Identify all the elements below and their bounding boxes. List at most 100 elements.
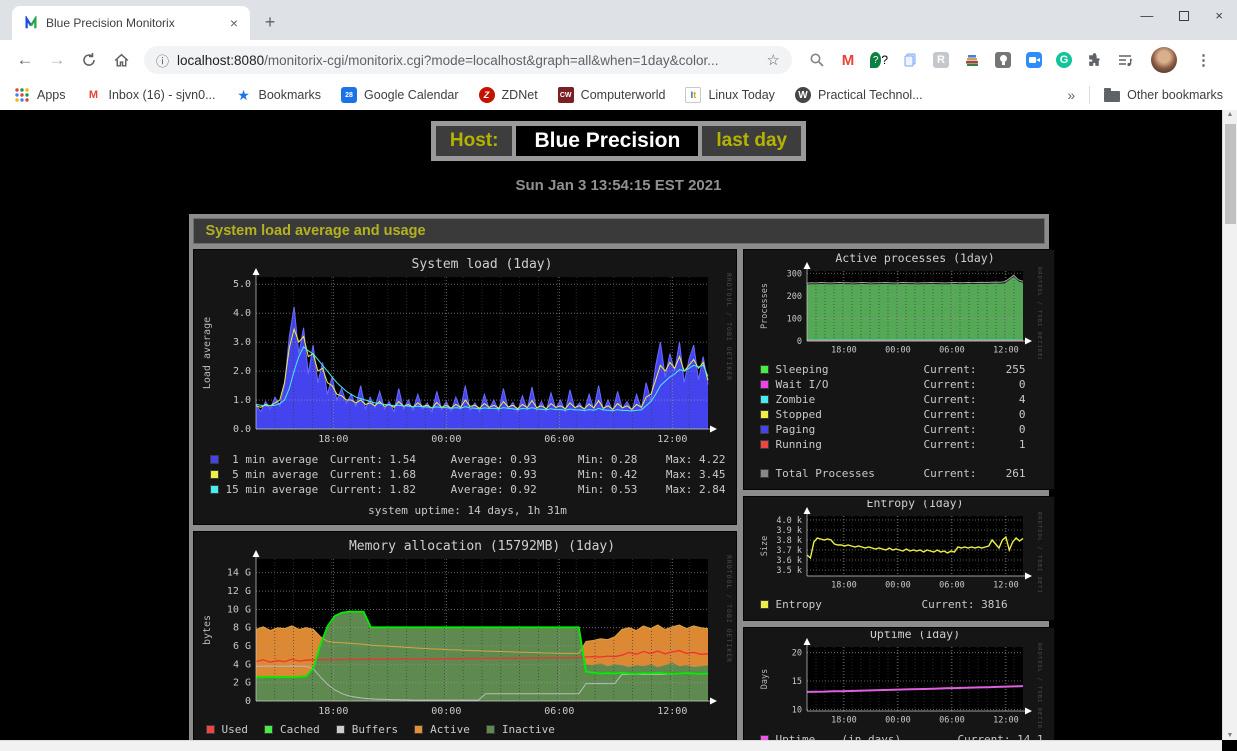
reading-list-books-icon[interactable] (963, 51, 981, 69)
r-extension-icon[interactable]: R (932, 51, 950, 69)
legend-max: Max: 3.45 (666, 468, 726, 481)
new-tab-button[interactable]: + (256, 8, 284, 36)
bookmark-bookmarks[interactable]: ★ Bookmarks (236, 87, 322, 103)
scroll-down-arrow[interactable]: ▼ (1223, 732, 1237, 739)
browser-menu-icon[interactable]: ⋮ (1196, 51, 1211, 69)
memory-legend: Used Cached Buffers Active Inactive (196, 721, 734, 740)
bookmark-label: Bookmarks (259, 88, 322, 102)
search-icon[interactable] (808, 51, 826, 69)
legend-swatch (760, 440, 769, 449)
svg-text:18:00: 18:00 (318, 434, 348, 445)
active-processes-legend: Sleeping Current: 255 Wait I/O Current: … (746, 359, 1052, 486)
legend-label: Zombie (776, 393, 924, 406)
bookmark-apps[interactable]: Apps (14, 87, 66, 103)
legend-average: Average: 0.93 (451, 468, 578, 481)
legend-min: Min: 0.42 (578, 468, 666, 481)
profile-avatar[interactable] (1151, 47, 1177, 73)
bookmark-computerworld[interactable]: CW Computerworld (558, 87, 666, 103)
keep-icon[interactable] (994, 51, 1012, 69)
svg-text:12:00: 12:00 (993, 581, 1019, 591)
bookmark-google-calendar[interactable]: 28 Google Calendar (341, 87, 459, 103)
legend-current: Current: 1.54 (330, 453, 451, 466)
maximize-button[interactable] (1179, 11, 1189, 21)
legend-label: Wait I/O (776, 378, 924, 391)
calendar-icon: 28 (341, 87, 357, 103)
zoom-icon[interactable] (1025, 51, 1043, 69)
legend-value: 0 (990, 408, 1026, 421)
svg-text:10 G: 10 G (226, 604, 250, 615)
extensions-puzzle-icon[interactable] (1085, 51, 1103, 69)
svg-text:bytes: bytes (202, 615, 213, 645)
legend-value: 4 (990, 393, 1026, 406)
other-bookmarks-button[interactable]: Other bookmarks (1104, 88, 1223, 102)
bookmark-inbox[interactable]: M Inbox (16) - sjvn0... (86, 87, 216, 103)
vertical-scrollbar-thumb[interactable] (1225, 124, 1236, 224)
svg-text:20: 20 (791, 649, 801, 659)
copy-pages-icon[interactable] (901, 51, 919, 69)
close-button[interactable]: × (1215, 8, 1223, 23)
url-bar[interactable]: ⓘ localhost:8080 /monitorix-cgi/monitori… (144, 46, 792, 74)
svg-text:06:00: 06:00 (939, 581, 965, 591)
memory-allocation-chart: Memory allocation (15792MB) (1day)02 G4 … (196, 535, 734, 721)
system-load-legend: 1 min average Current: 1.54 Average: 0.9… (196, 449, 734, 521)
legend-current-label: Current: (924, 363, 990, 376)
tab-blue-precision-monitorix[interactable]: Blue Precision Monitorix × (12, 6, 250, 40)
svg-text:2 G: 2 G (232, 678, 250, 689)
svg-text:15: 15 (791, 677, 801, 687)
legend-value: 0 (990, 423, 1026, 436)
svg-text:12:00: 12:00 (657, 434, 687, 445)
svg-text:00:00: 00:00 (885, 346, 911, 356)
legend-label: Running (776, 438, 924, 451)
grammarly-icon[interactable]: G (1056, 52, 1072, 68)
svg-text:00:00: 00:00 (431, 434, 461, 445)
monitorix-favicon-icon (24, 16, 38, 30)
legend-swatch (760, 600, 769, 609)
legend-label: Sleeping (776, 363, 924, 376)
tab-close-icon[interactable]: × (226, 15, 242, 31)
legend-swatch (760, 395, 769, 404)
back-button[interactable]: ← (10, 45, 40, 75)
legend-value: 261 (990, 467, 1026, 480)
legend-label: 5 min average (226, 468, 330, 481)
time-range-label[interactable]: last day (702, 126, 801, 156)
scroll-up-arrow[interactable]: ▲ (1223, 111, 1237, 118)
svg-text:0: 0 (244, 696, 250, 707)
gmail-extension-icon[interactable]: M (839, 51, 857, 69)
legend-average: Average: 0.92 (451, 483, 578, 496)
system-load-section: System load average and usage System loa… (189, 214, 1049, 751)
legend-max: Max: 4.22 (666, 453, 726, 466)
legend-swatch (760, 425, 769, 434)
legend-swatch (760, 380, 769, 389)
monitorix-page: Host: Blue Precision last day Sun Jan 3 … (0, 110, 1237, 751)
svg-text:RRDTOOL / TOBI OETIKER: RRDTOOL / TOBI OETIKER (725, 555, 732, 663)
titlebar: Blue Precision Monitorix × + — × (0, 0, 1237, 40)
svg-text:18:00: 18:00 (831, 581, 857, 591)
svg-text:Load average: Load average (202, 317, 213, 389)
svg-text:00:00: 00:00 (431, 706, 461, 717)
bookmark-star-icon[interactable]: ☆ (759, 51, 780, 69)
svg-text:3.6 k: 3.6 k (776, 556, 802, 566)
bookmark-practical-technology[interactable]: W Practical Technol... (795, 87, 923, 103)
bookmarks-overflow-chevron[interactable]: » (1067, 87, 1075, 103)
forward-button[interactable]: → (42, 45, 72, 75)
page-info-icon[interactable]: ⓘ (156, 51, 169, 70)
legend-label: Cached (280, 723, 320, 736)
svg-text:4.0 k: 4.0 k (776, 516, 802, 526)
svg-text:3.5 k: 3.5 k (776, 566, 802, 576)
bookmark-zdnet[interactable]: Z ZDNet (479, 87, 538, 103)
vertical-scrollbar[interactable]: ▲ ▼ (1222, 110, 1237, 740)
reload-button[interactable] (74, 45, 104, 75)
legend-label: Total Processes (776, 467, 924, 480)
horizontal-scrollbar[interactable] (0, 740, 1222, 751)
legend-label: Used (222, 723, 249, 736)
home-button[interactable] (106, 45, 136, 75)
svg-text:3.8 k: 3.8 k (776, 536, 802, 546)
host-label: Host: (436, 126, 513, 156)
hangouts-icon[interactable]: ?? (870, 51, 888, 69)
svg-text:200: 200 (786, 292, 801, 302)
media-controls-icon[interactable] (1116, 51, 1134, 69)
section-title: System load average and usage (193, 218, 1045, 244)
svg-text:12:00: 12:00 (993, 346, 1019, 356)
minimize-button[interactable]: — (1140, 8, 1153, 23)
bookmark-linux-today[interactable]: lt Linux Today (685, 87, 775, 103)
